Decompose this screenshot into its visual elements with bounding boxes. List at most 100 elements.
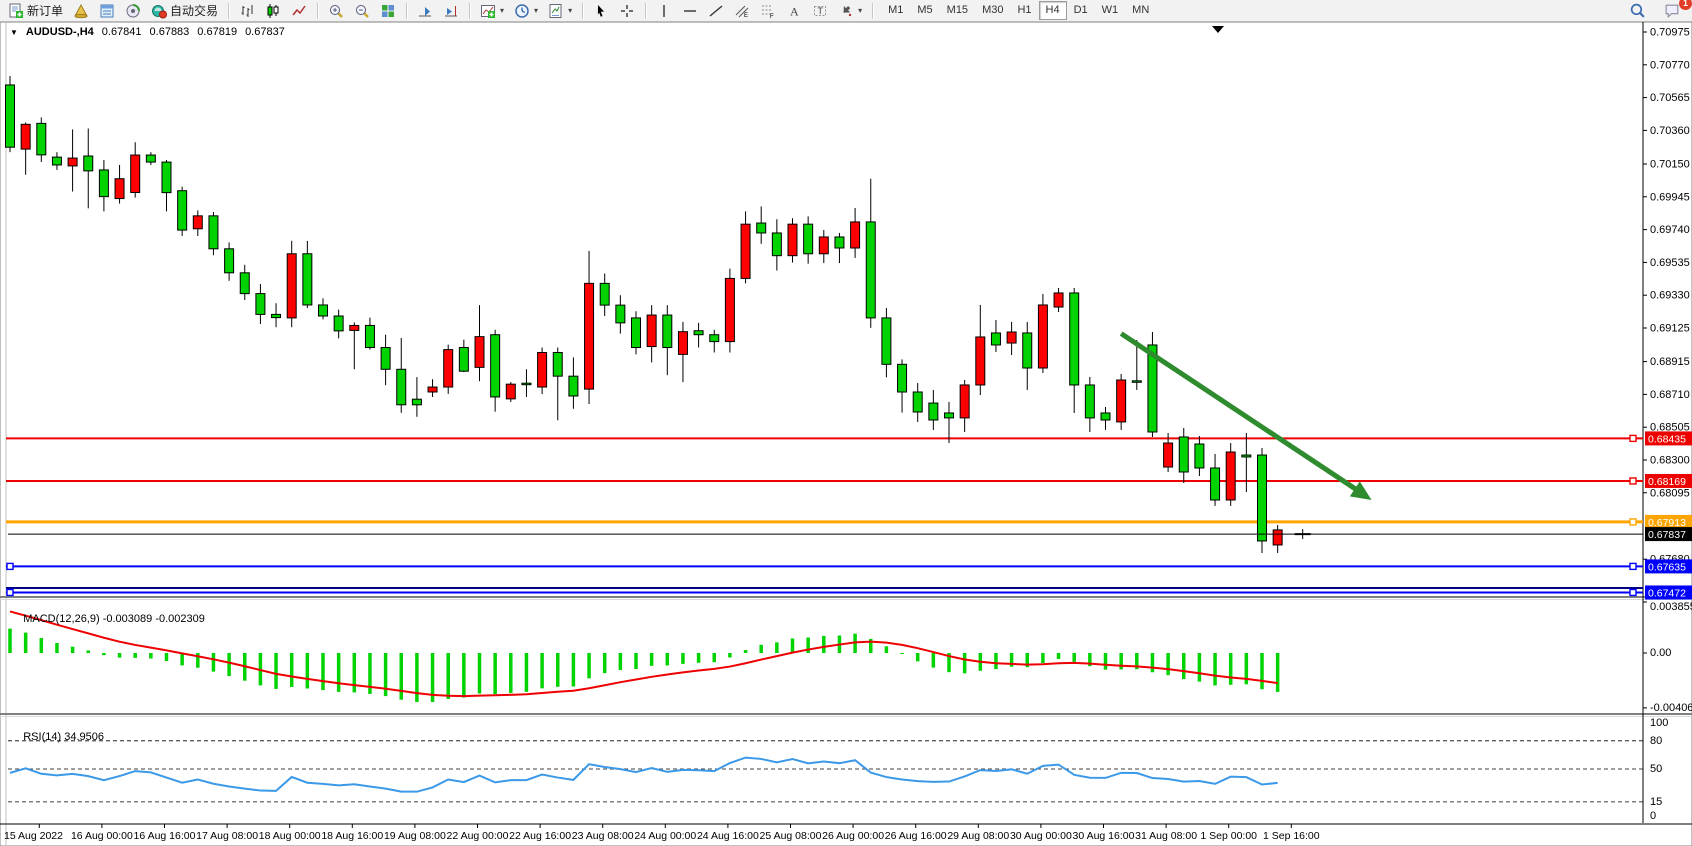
candle-chart-button[interactable]	[260, 0, 286, 21]
candle-body	[1242, 455, 1251, 457]
candle-body	[99, 170, 108, 197]
macd-indicator-label: MACD(12,26,9) -0.003089 -0.002309	[11, 601, 205, 637]
svg-text:F: F	[770, 14, 774, 19]
market-watch-button[interactable]	[94, 0, 120, 21]
channel-icon: E	[734, 3, 750, 19]
price-tick-label: 0.69740	[1650, 224, 1690, 236]
candle-body	[585, 283, 594, 389]
cone-icon	[73, 3, 89, 19]
timeframe-m5-button[interactable]: M5	[910, 1, 939, 20]
timeframe-h4-button[interactable]: H4	[1039, 1, 1067, 20]
arrows-button[interactable]: ▾	[833, 0, 867, 21]
indicators-button[interactable]: ▾	[475, 0, 509, 21]
chevron-down-icon[interactable]: ▾	[500, 6, 504, 15]
trendline-icon	[708, 3, 724, 19]
cursor-button[interactable]	[588, 0, 614, 21]
candle-body	[146, 155, 155, 162]
toolbar-separator	[645, 3, 646, 19]
zoom-in-button[interactable]	[323, 0, 349, 21]
candle-body	[1007, 332, 1016, 343]
candle-body	[162, 162, 171, 193]
zoom-out-button[interactable]	[349, 0, 375, 21]
text-button[interactable]: A	[781, 0, 807, 21]
chart-menu-icon[interactable]: ▼	[10, 28, 18, 37]
candle-body	[772, 233, 781, 256]
text-label-button[interactable]: T	[807, 0, 833, 21]
candle-body	[350, 325, 359, 330]
periods-button[interactable]: ▾	[509, 0, 543, 21]
candle-body	[725, 278, 734, 341]
candle-body	[804, 224, 813, 254]
candle-body	[1195, 444, 1204, 468]
chart-canvas: 0.709750.707700.705650.703600.701500.699…	[0, 22, 1692, 846]
candle-body	[522, 383, 531, 385]
candle-body	[991, 333, 1000, 345]
candle-body	[52, 157, 61, 165]
line-handle[interactable]	[1630, 589, 1636, 595]
auto-scroll-icon	[417, 3, 433, 19]
candle-body	[647, 315, 656, 347]
candle-body	[178, 191, 187, 230]
candle-body	[381, 348, 390, 370]
line-handle[interactable]	[7, 589, 13, 595]
timeframe-w1-button[interactable]: W1	[1095, 1, 1126, 20]
navigator-button[interactable]	[120, 0, 146, 21]
candle-body	[1085, 385, 1094, 418]
chevron-down-icon[interactable]: ▾	[534, 6, 538, 15]
horizontal-line-button[interactable]	[677, 0, 703, 21]
line-chart-button[interactable]	[286, 0, 312, 21]
toolbar-separator	[228, 3, 229, 19]
crosshair-button[interactable]	[614, 0, 640, 21]
timeframe-m15-button[interactable]: M15	[940, 1, 975, 20]
candle-body	[1164, 443, 1173, 467]
templates-button[interactable]: ▾	[543, 0, 577, 21]
macd-axis-label: 0.00	[1650, 647, 1671, 659]
candle-body	[287, 254, 296, 318]
label-icon: T	[812, 3, 828, 19]
candle-body	[757, 223, 766, 233]
auto-trading-button[interactable]: 自动交易	[146, 0, 223, 21]
timeframe-mn-button[interactable]: MN	[1125, 1, 1156, 20]
candle-body	[788, 224, 797, 256]
line-handle[interactable]	[1630, 563, 1636, 569]
new-order-label: 新订单	[27, 2, 63, 19]
timeframe-d1-button[interactable]: D1	[1067, 1, 1095, 20]
auto-scroll-button[interactable]	[412, 0, 438, 21]
line-handle[interactable]	[1630, 478, 1636, 484]
candle-body	[365, 325, 374, 347]
notifications-button[interactable]: 1	[1659, 0, 1686, 21]
candle-body	[616, 305, 625, 323]
price-tick-label: 0.68095	[1650, 487, 1690, 499]
fibonacci-button[interactable]: F	[755, 0, 781, 21]
timeframe-m1-button[interactable]: M1	[881, 1, 910, 20]
chevron-down-icon[interactable]: ▾	[568, 6, 572, 15]
price-tick-label: 0.70975	[1650, 27, 1690, 39]
timeframe-m30-button[interactable]: M30	[975, 1, 1010, 20]
ohlc-close: 0.67837	[245, 26, 285, 38]
candle-body	[319, 305, 328, 316]
trendline-button[interactable]	[703, 0, 729, 21]
price-tick-label: 0.68915	[1650, 356, 1690, 368]
line-handle[interactable]	[1630, 435, 1636, 441]
search-button[interactable]	[1624, 0, 1651, 21]
rsi-axis-label: 100	[1650, 717, 1668, 729]
rsi-axis-label: 50	[1650, 763, 1662, 775]
tile-windows-button[interactable]	[375, 0, 401, 21]
equidistant-channel-button[interactable]: E	[729, 0, 755, 21]
candle-body	[84, 156, 93, 171]
timeframe-h1-button[interactable]: H1	[1010, 1, 1038, 20]
chevron-down-icon[interactable]: ▾	[858, 6, 862, 15]
rsi-axis-label: 0	[1650, 810, 1656, 822]
line-handle[interactable]	[7, 563, 13, 569]
candle-body	[397, 369, 406, 405]
toolbar: 新订单 自动交易 ▾ ▾ ▾ E F AT ▾ M1M5M15M30H1H4D1W1MN 1	[0, 0, 1692, 22]
autotrade-icon	[151, 3, 167, 19]
new-order-button[interactable]: 新订单	[3, 0, 68, 21]
chart-shift-button[interactable]	[438, 0, 464, 21]
line-handle[interactable]	[1630, 519, 1636, 525]
bar-chart-button[interactable]	[234, 0, 260, 21]
market-watch-icon	[99, 3, 115, 19]
vertical-line-button[interactable]	[651, 0, 677, 21]
candle-body	[553, 352, 562, 376]
cone-button[interactable]	[68, 0, 94, 21]
